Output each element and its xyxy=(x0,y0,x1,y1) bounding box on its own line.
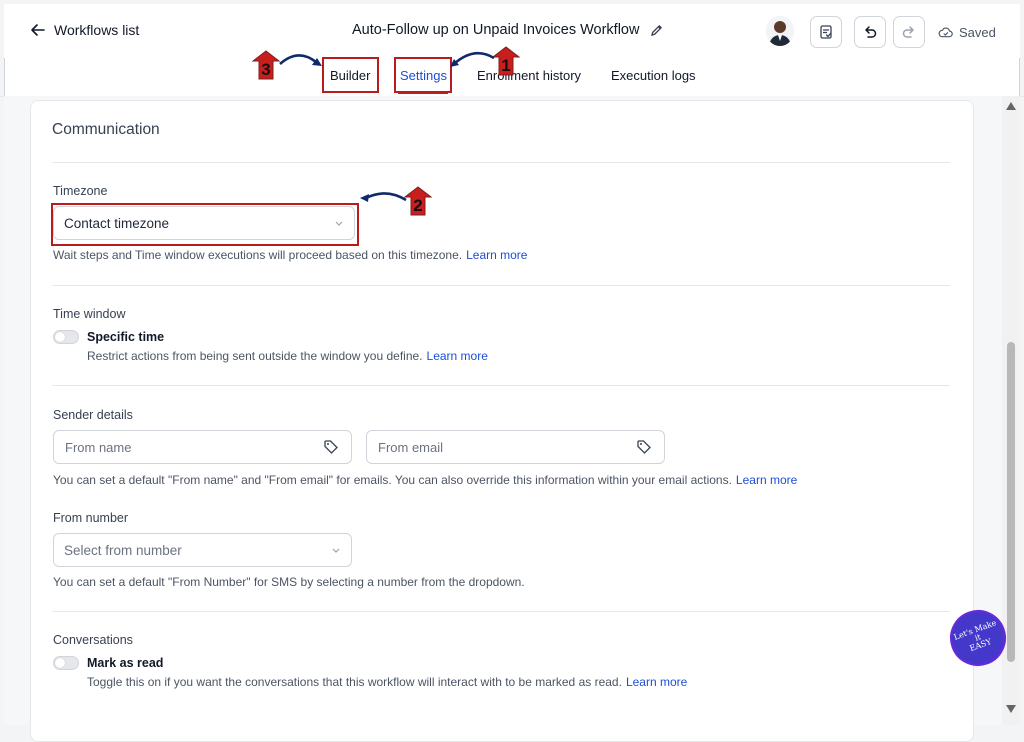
timezone-learn-more-link[interactable]: Learn more xyxy=(466,248,527,262)
saved-status: Saved xyxy=(938,25,996,40)
undo-icon xyxy=(865,26,877,38)
redo-icon xyxy=(902,26,914,38)
from-number-help: You can set a default "From Number" for … xyxy=(53,575,525,589)
conversations-learn-more-link[interactable]: Learn more xyxy=(626,675,687,689)
divider xyxy=(52,162,950,163)
from-number-select[interactable]: Select from number xyxy=(53,533,352,567)
specific-time-label: Specific time xyxy=(87,330,165,344)
time-window-label: Time window xyxy=(53,307,126,321)
avatar-image xyxy=(766,16,794,46)
badge-3-number: 3 xyxy=(261,60,270,79)
badge-1-number: 1 xyxy=(501,56,510,75)
communication-card xyxy=(30,100,974,742)
timezone-help-text: Wait steps and Time window executions wi… xyxy=(53,248,463,262)
time-window-help: Restrict actions from being sent outside… xyxy=(87,349,488,363)
clipboard-check-icon xyxy=(820,25,832,39)
sender-details-help-text: You can set a default "From name" and "F… xyxy=(53,473,732,487)
annotation-arrow-icon xyxy=(360,192,407,202)
annotation-badge-3: 3 xyxy=(251,50,281,80)
arrow-left-icon xyxy=(31,24,45,36)
highlight-box-builder xyxy=(322,57,379,93)
highlight-box-timezone xyxy=(51,203,359,246)
badge-2-number: 2 xyxy=(413,196,422,215)
user-avatar[interactable] xyxy=(766,16,794,46)
from-name-input[interactable]: From name xyxy=(53,430,352,464)
annotation-arrow-icon xyxy=(279,54,322,66)
divider xyxy=(52,611,950,612)
highlight-box-settings xyxy=(394,57,452,93)
workflow-title-text: Auto-Follow up on Unpaid Invoices Workfl… xyxy=(352,22,640,38)
workflow-title: Auto-Follow up on Unpaid Invoices Workfl… xyxy=(352,22,664,38)
back-to-workflows-link[interactable]: Workflows list xyxy=(30,22,139,38)
section-title: Communication xyxy=(52,121,160,138)
pencil-icon[interactable] xyxy=(649,23,664,38)
timezone-label: Timezone xyxy=(53,184,108,198)
cloud-check-icon xyxy=(938,27,953,38)
saved-label: Saved xyxy=(959,25,996,40)
conversations-help-text: Toggle this on if you want the conversat… xyxy=(87,675,622,689)
scroll-down-arrow-icon[interactable] xyxy=(1006,705,1016,713)
time-window-help-text: Restrict actions from being sent outside… xyxy=(87,349,423,363)
undo-button[interactable] xyxy=(854,16,886,48)
redo-button[interactable] xyxy=(893,16,925,48)
from-email-placeholder: From email xyxy=(378,440,444,455)
divider xyxy=(52,385,950,386)
mark-as-read-label: Mark as read xyxy=(87,656,164,670)
annotation-badge-1: 1 xyxy=(491,46,521,76)
sender-details-label: Sender details xyxy=(53,408,133,422)
from-number-placeholder: Select from number xyxy=(64,543,182,558)
tab-execution-logs[interactable]: Execution logs xyxy=(611,68,696,83)
from-email-input[interactable]: From email xyxy=(366,430,665,464)
scroll-thumb[interactable] xyxy=(1007,342,1015,662)
specific-time-toggle[interactable] xyxy=(53,330,79,344)
sender-details-learn-more-link[interactable]: Learn more xyxy=(736,473,797,487)
back-label: Workflows list xyxy=(54,22,140,38)
conversations-label: Conversations xyxy=(53,633,133,647)
annotation-arrow-icon xyxy=(450,51,495,67)
time-window-learn-more-link[interactable]: Learn more xyxy=(427,349,488,363)
scroll-up-arrow-icon[interactable] xyxy=(1006,102,1016,110)
test-workflow-button[interactable] xyxy=(810,16,842,48)
tag-icon[interactable] xyxy=(636,439,652,455)
annotation-badge-2: 2 xyxy=(403,186,433,216)
sender-details-help: You can set a default "From name" and "F… xyxy=(53,473,797,487)
divider xyxy=(52,285,950,286)
tag-icon[interactable] xyxy=(323,439,339,455)
timezone-help: Wait steps and Time window executions wi… xyxy=(53,248,527,262)
from-name-placeholder: From name xyxy=(65,440,132,455)
conversations-help: Toggle this on if you want the conversat… xyxy=(87,675,687,689)
from-number-label: From number xyxy=(53,511,129,525)
mark-as-read-toggle[interactable] xyxy=(53,656,79,670)
chevron-down-icon xyxy=(332,548,340,553)
